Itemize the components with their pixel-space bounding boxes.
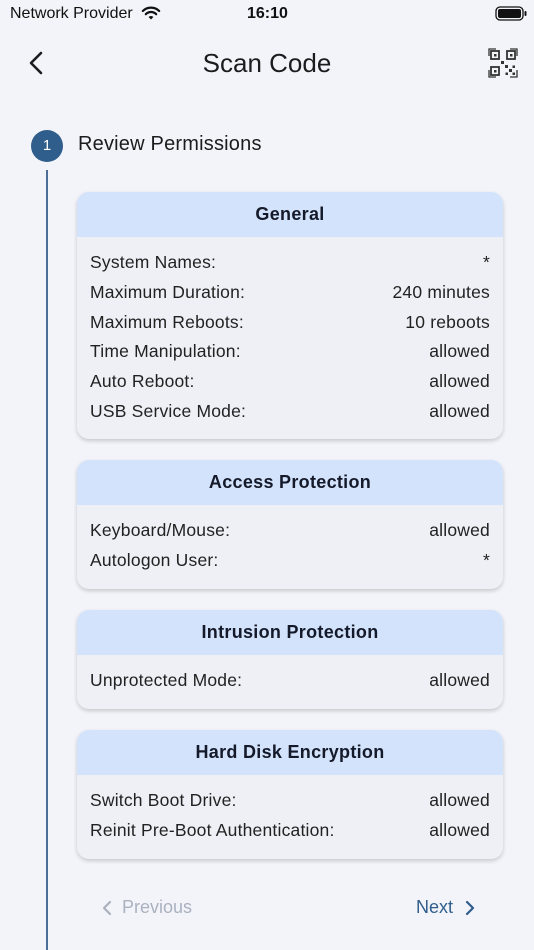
- permission-value: allowed: [429, 819, 490, 840]
- permission-label: USB Service Mode:: [90, 400, 247, 421]
- qr-code-button[interactable]: [488, 48, 518, 78]
- chevron-right-icon: [465, 900, 475, 915]
- clock: 16:10: [247, 5, 288, 22]
- permission-label: Autologon User:: [90, 549, 219, 570]
- permission-label: System Names:: [90, 252, 217, 272]
- permission-label: Keyboard/Mouse:: [90, 520, 231, 540]
- previous-label: Previous: [122, 897, 193, 917]
- next-button[interactable]: Next: [416, 897, 477, 918]
- permissions-card-access-protection: Access Protection Keyboard/Mouse: allowe…: [77, 460, 503, 589]
- permission-value: *: [482, 549, 490, 570]
- permission-label: Reinit Pre-Boot Authentication:: [90, 819, 335, 840]
- card-title: Access Protection: [77, 460, 503, 505]
- permission-row: Reinit Pre-Boot Authentication: allowed: [90, 817, 490, 847]
- permission-label: Time Manipulation:: [90, 341, 241, 362]
- permission-row: Autologon User: *: [90, 547, 490, 577]
- permission-row: Time Manipulation: allowed: [90, 338, 490, 368]
- permission-label: Maximum Reboots:: [90, 311, 244, 332]
- permission-label: Maximum Duration:: [90, 281, 246, 302]
- permission-row: Auto Reboot: allowed: [90, 368, 490, 398]
- permission-value: allowed: [429, 520, 490, 540]
- page-title: Scan Code: [202, 48, 332, 78]
- wifi-icon: [141, 5, 161, 26]
- step-connector-line: [46, 170, 48, 950]
- card-title: Hard Disk Encryption: [77, 730, 503, 775]
- status-bar: Network Provider 16:10: [0, 0, 534, 28]
- next-label: Next: [416, 897, 454, 917]
- nav-bar: Scan Code: [0, 40, 534, 86]
- permission-value: allowed: [429, 341, 490, 362]
- battery-icon: [495, 6, 527, 27]
- card-title: Intrusion Protection: [77, 610, 503, 655]
- permission-row: USB Service Mode: allowed: [90, 398, 490, 428]
- permission-row: System Names: *: [90, 249, 490, 279]
- permission-row: Keyboard/Mouse: allowed: [90, 517, 490, 547]
- permissions-card-intrusion-protection: Intrusion Protection Unprotected Mode: a…: [77, 610, 503, 709]
- permission-row: Maximum Reboots: 10 reboots: [90, 309, 490, 339]
- permission-label: Unprotected Mode:: [90, 670, 243, 690]
- permissions-card-general: General System Names: * Maximum Duration…: [77, 192, 503, 439]
- permission-label: Auto Reboot:: [90, 371, 195, 392]
- step-title: Review Permissions: [78, 133, 262, 155]
- permission-value: allowed: [429, 371, 490, 392]
- qr-code-icon: [488, 48, 518, 78]
- carrier-label: Network Provider: [10, 5, 133, 22]
- chevron-left-icon: [102, 900, 112, 915]
- permission-value: *: [482, 252, 490, 272]
- permission-value: 240 minutes: [392, 281, 490, 302]
- permission-value: allowed: [429, 790, 490, 810]
- permission-row: Switch Boot Drive: allowed: [90, 787, 490, 817]
- permission-value: allowed: [429, 670, 490, 690]
- permission-row: Maximum Duration: 240 minutes: [90, 279, 490, 309]
- permission-row: Unprotected Mode: allowed: [90, 667, 490, 697]
- permission-label: Switch Boot Drive:: [90, 790, 237, 810]
- step-number-badge: 1: [31, 130, 63, 162]
- permission-value: 10 reboots: [405, 311, 490, 332]
- previous-button[interactable]: Previous: [100, 897, 192, 918]
- card-title: General: [77, 192, 503, 237]
- permission-value: allowed: [429, 400, 490, 421]
- permissions-card-hard-disk-encryption: Hard Disk Encryption Switch Boot Drive: …: [77, 730, 503, 859]
